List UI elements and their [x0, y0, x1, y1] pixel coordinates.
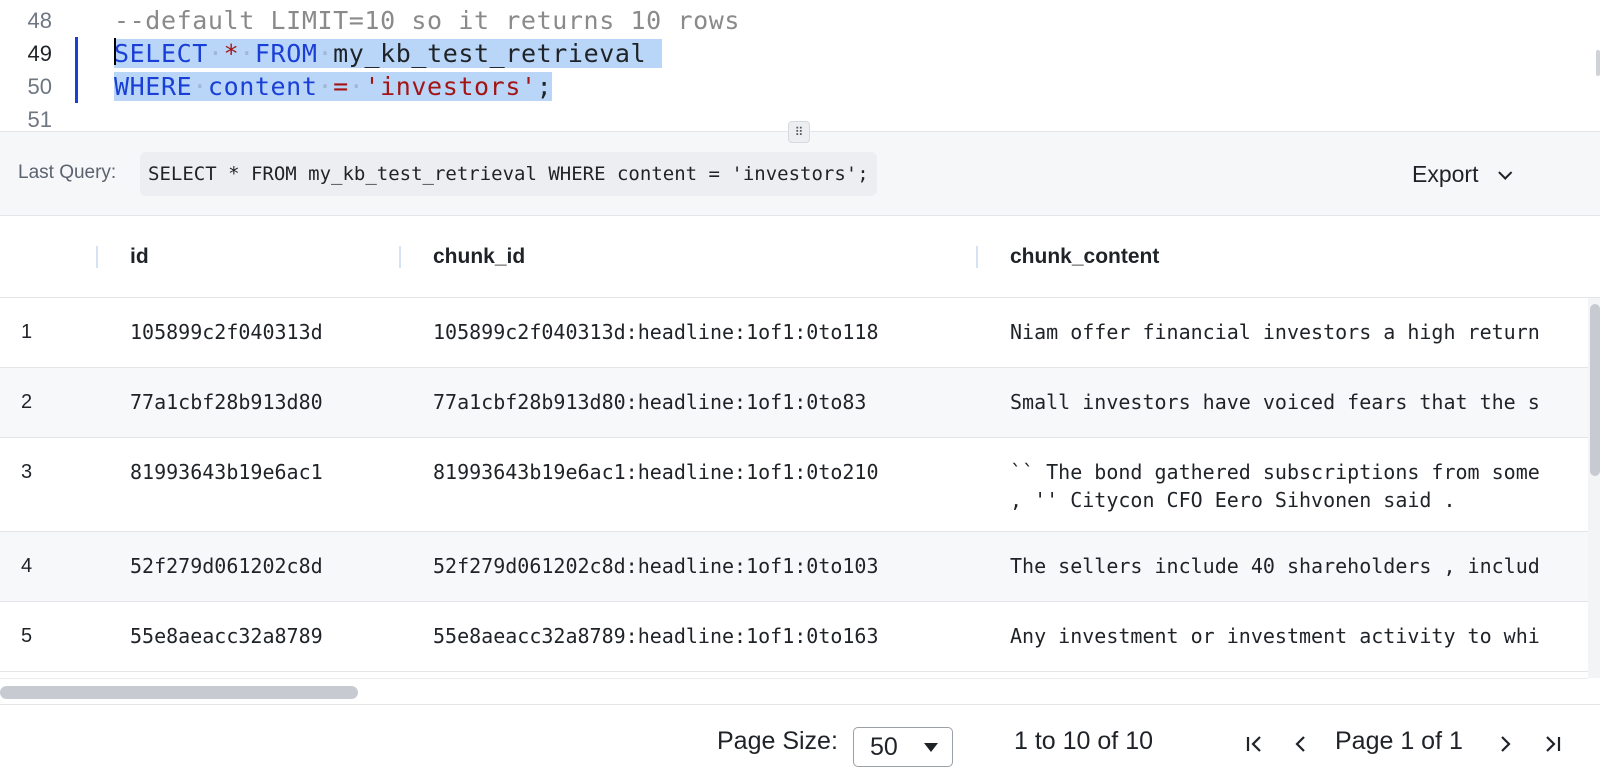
- cell-chunk-content[interactable]: Niam offer financial investors a high re…: [1010, 298, 1588, 346]
- cell-chunk-id[interactable]: 81993643b19e6ac1:headline:1of1:0to210: [433, 438, 879, 486]
- cell-chunk-content[interactable]: The sellers include 40 shareholders , in…: [1010, 532, 1588, 580]
- pagination-bar: Page Size: 50 1 to 10 of 10 Page 1 of 1: [0, 704, 1600, 779]
- last-query-text: SELECT * FROM my_kb_test_retrieval WHERE…: [140, 152, 877, 196]
- table-row[interactable]: 1 105899c2f040313d 105899c2f040313d:head…: [0, 298, 1588, 368]
- cell-chunk-content-wrap: , '' Citycon CFO Eero Sihvonen said .: [1010, 488, 1456, 512]
- row-number: 3: [21, 461, 33, 483]
- row-number: 5: [21, 625, 33, 647]
- cell-id[interactable]: 81993643b19e6ac1: [130, 438, 323, 486]
- row-range-text: 1 to 10 of 10: [1014, 727, 1154, 755]
- export-button[interactable]: Export: [1400, 154, 1518, 194]
- code-line-48[interactable]: 48 --default LIMIT=10 so it returns 10 r…: [0, 4, 1600, 37]
- cell-chunk-id[interactable]: 52f279d061202c8d:headline:1of1:0to103: [433, 532, 879, 580]
- line-number: 51: [27, 107, 52, 132]
- kw-from: FROM: [254, 39, 318, 68]
- caret-down-icon: [924, 743, 938, 752]
- code-text: WHERE·content·=·'investors';: [114, 72, 553, 101]
- last-query-bar: Last Query: SELECT * FROM my_kb_test_ret…: [0, 132, 1600, 216]
- first-page-button[interactable]: [1241, 729, 1269, 759]
- cell-id[interactable]: 52f279d061202c8d: [130, 532, 323, 580]
- cell-chunk-id[interactable]: 55e8aeacc32a8789:headline:1of1:0to163: [433, 602, 879, 650]
- horizontal-scrollbar-thumb[interactable]: [0, 686, 358, 699]
- editor-scrollbar[interactable]: [1596, 50, 1600, 76]
- row-number: 2: [21, 391, 33, 413]
- selection-gutter-marker: [75, 70, 78, 103]
- code-line-50[interactable]: 50 WHERE·content·=·'investors';: [0, 70, 1600, 103]
- column-header-chunk-content[interactable]: chunk_content: [1010, 216, 1159, 298]
- last-page-button[interactable]: [1538, 729, 1566, 759]
- line-number: 50: [27, 74, 52, 99]
- cell-id[interactable]: 105899c2f040313d: [130, 298, 323, 346]
- cell-chunk-content[interactable]: Small investors have voiced fears that t…: [1010, 368, 1588, 416]
- op-equals: =: [333, 72, 349, 101]
- column-resize-handle[interactable]: [399, 246, 401, 268]
- kw-where: WHERE: [114, 72, 193, 101]
- cell-chunk-id[interactable]: 77a1cbf28b913d80:headline:1of1:0to83: [433, 368, 866, 416]
- table-name: my_kb_test_retrieval: [333, 39, 647, 68]
- first-page-icon: [1246, 736, 1261, 752]
- string-literal: 'investors': [364, 72, 537, 101]
- page-indicator: Page 1 of 1: [1335, 727, 1463, 755]
- table-row[interactable]: 3 81993643b19e6ac1 81993643b19e6ac1:head…: [0, 438, 1588, 532]
- op-star: *: [223, 39, 240, 68]
- prev-page-icon: [1295, 736, 1305, 752]
- code-line-49[interactable]: 49 SELECT·*·FROM·my_kb_test_retrieval: [0, 37, 1600, 70]
- row-number: 4: [21, 555, 33, 577]
- code-comment: --default LIMIT=10 so it returns 10 rows: [114, 6, 741, 35]
- table-row[interactable]: 5 55e8aeacc32a8789 55e8aeacc32a8789:head…: [0, 602, 1588, 672]
- grid-header: id chunk_id chunk_content: [0, 216, 1600, 298]
- export-label: Export: [1412, 161, 1479, 187]
- drag-handle-icon[interactable]: ⠿: [788, 121, 810, 143]
- semicolon: ;: [536, 72, 553, 101]
- cell-id[interactable]: 77a1cbf28b913d80: [130, 368, 323, 416]
- row-number: 1: [21, 321, 33, 343]
- page-size-value: 50: [870, 733, 898, 761]
- column-content: content: [207, 72, 318, 101]
- sql-editor[interactable]: 48 --default LIMIT=10 so it returns 10 r…: [0, 0, 1600, 132]
- text-cursor: [114, 38, 116, 65]
- code-text: SELECT·*·FROM·my_kb_test_retrieval: [114, 37, 662, 70]
- kw-select: SELECT: [114, 39, 208, 68]
- next-page-button[interactable]: [1491, 729, 1519, 759]
- line-number: 49: [27, 41, 52, 66]
- line-number: 48: [27, 8, 52, 33]
- column-header-chunk-id[interactable]: chunk_id: [433, 216, 525, 298]
- table-row[interactable]: 2 77a1cbf28b913d80 77a1cbf28b913d80:head…: [0, 368, 1588, 438]
- next-page-icon: [1501, 736, 1511, 752]
- cell-chunk-content[interactable]: Any investment or investment activity to…: [1010, 602, 1588, 650]
- page-size-select[interactable]: 50: [853, 727, 953, 767]
- page-size-label: Page Size:: [717, 727, 838, 755]
- table-row[interactable]: 4 52f279d061202c8d 52f279d061202c8d:head…: [0, 532, 1588, 602]
- prev-page-button[interactable]: [1287, 729, 1315, 759]
- last-query-label: Last Query:: [18, 162, 117, 183]
- column-header-id[interactable]: id: [130, 216, 149, 298]
- column-resize-handle[interactable]: [976, 246, 978, 268]
- results-grid: id chunk_id chunk_content 1 105899c2f040…: [0, 216, 1600, 704]
- cell-chunk-id[interactable]: 105899c2f040313d:headline:1of1:0to118: [433, 298, 879, 346]
- last-page-icon: [1546, 736, 1561, 752]
- column-resize-handle[interactable]: [96, 246, 98, 268]
- cell-id[interactable]: 55e8aeacc32a8789: [130, 602, 323, 650]
- selection-gutter-marker: [75, 37, 78, 70]
- vertical-scrollbar-thumb[interactable]: [1590, 304, 1600, 476]
- chevron-down-icon: [1498, 165, 1513, 180]
